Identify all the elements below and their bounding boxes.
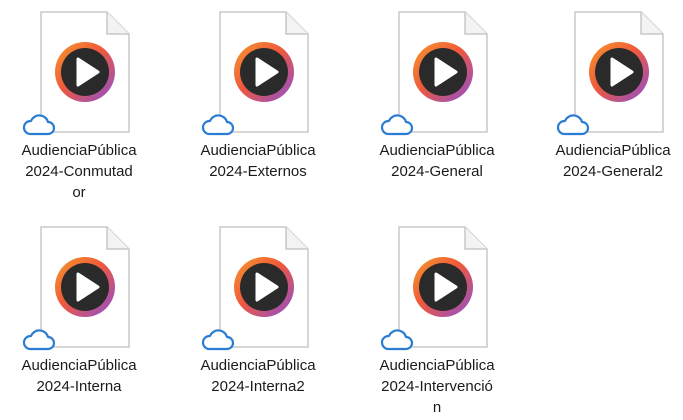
- file-item[interactable]: AudienciaPública 2024-General2: [543, 0, 683, 205]
- file-item[interactable]: AudienciaPública 2024-Interna: [9, 215, 149, 420]
- file-name-line-1: AudienciaPública: [21, 142, 137, 159]
- file-name-line-1: AudienciaPública: [379, 142, 495, 159]
- file-name-line-1: AudienciaPública: [379, 357, 495, 374]
- media-player-file-icon: [379, 8, 497, 138]
- file-name-line-2: 2024-General2: [562, 163, 664, 180]
- file-item[interactable]: AudienciaPública 2024-Conmutad or: [9, 0, 149, 205]
- file-name-label: AudienciaPública 2024-Interna: [9, 355, 149, 397]
- file-grid: AudienciaPública 2024-Conmutad or Audien…: [0, 0, 683, 420]
- file-name-line-1: AudienciaPública: [555, 142, 671, 159]
- file-name-line-2: 2024-Externos: [209, 163, 307, 180]
- cloud-online-icon: [21, 112, 57, 138]
- file-item[interactable]: AudienciaPública 2024-General: [367, 0, 507, 205]
- file-name-line-2: 2024-Intervenció: [381, 378, 493, 395]
- file-name-line-1: AudienciaPública: [21, 357, 137, 374]
- file-item[interactable]: AudienciaPública 2024-Intervenció n: [367, 215, 507, 420]
- file-name-line-2: 2024-General: [391, 163, 483, 180]
- file-name-line-2: 2024-Interna: [36, 378, 122, 395]
- media-player-file-icon: [21, 8, 139, 138]
- media-player-file-icon: [200, 8, 318, 138]
- file-name-label: AudienciaPública 2024-General2: [543, 140, 683, 182]
- file-name-line-1: AudienciaPública: [200, 357, 316, 374]
- cloud-online-icon: [379, 112, 415, 138]
- media-player-file-icon: [200, 223, 318, 353]
- cloud-online-icon: [555, 112, 591, 138]
- file-name-line-3: n: [432, 399, 442, 416]
- file-item[interactable]: AudienciaPública 2024-Interna2: [188, 215, 328, 420]
- file-name-label: AudienciaPública 2024-Externos: [188, 140, 328, 182]
- media-player-file-icon: [21, 223, 139, 353]
- file-name-label: AudienciaPública 2024-Interna2: [188, 355, 328, 397]
- cloud-online-icon: [379, 327, 415, 353]
- media-player-file-icon: [555, 8, 673, 138]
- file-name-line-2: 2024-Interna2: [211, 378, 305, 395]
- file-name-line-1: AudienciaPública: [200, 142, 316, 159]
- file-name-line-3: or: [72, 184, 86, 201]
- file-name-label: AudienciaPública 2024-General: [367, 140, 507, 182]
- cloud-online-icon: [200, 327, 236, 353]
- file-name-line-2: 2024-Conmutad: [25, 163, 133, 180]
- media-player-file-icon: [379, 223, 497, 353]
- file-name-label: AudienciaPública 2024-Intervenció n: [367, 355, 507, 418]
- cloud-online-icon: [200, 112, 236, 138]
- file-name-label: AudienciaPública 2024-Conmutad or: [9, 140, 149, 203]
- file-item[interactable]: AudienciaPública 2024-Externos: [188, 0, 328, 205]
- cloud-online-icon: [21, 327, 57, 353]
